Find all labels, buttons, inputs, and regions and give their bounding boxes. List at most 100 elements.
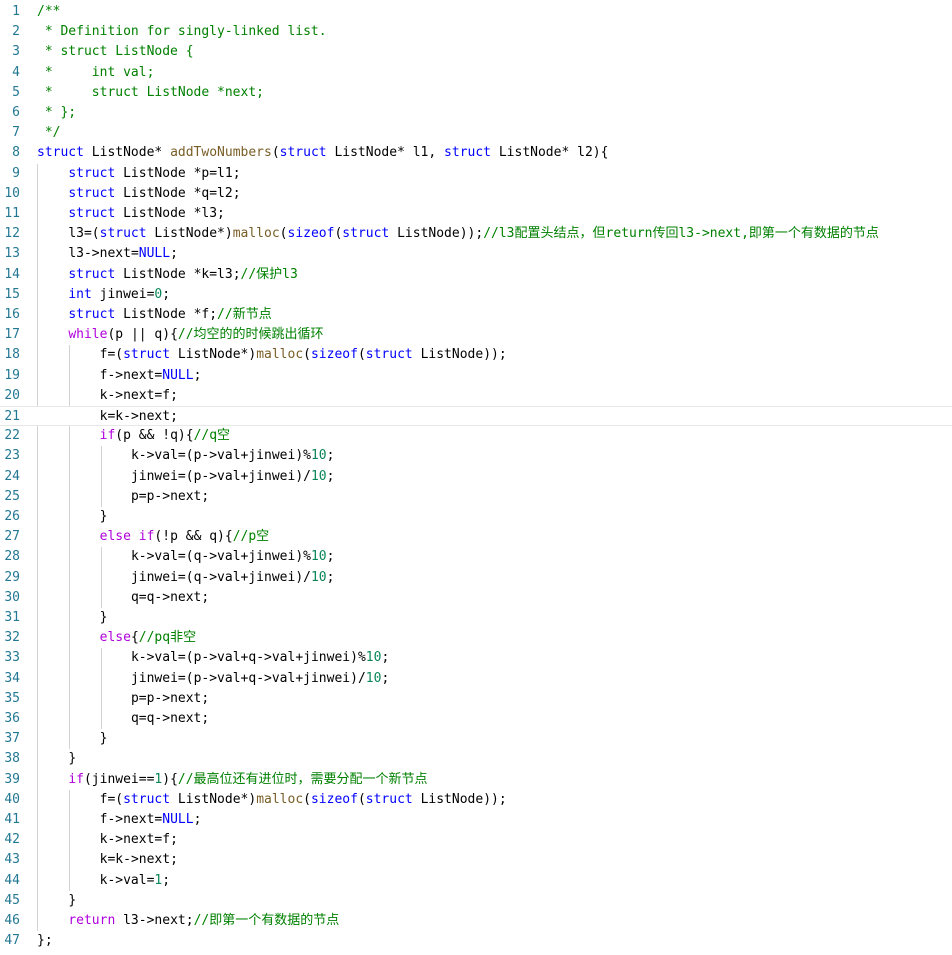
code-line[interactable]: 4 * int val; [0,63,952,83]
code-token: > [264,650,272,666]
code-line[interactable]: 44 k->val=1; [0,871,952,891]
code-token: val [154,549,178,565]
code-line[interactable]: 43 k=k->next; [0,850,952,870]
code-token: | [138,327,147,343]
code-line[interactable]: 9 struct ListNode *p=l1; [0,164,952,184]
code-line[interactable]: 21 k=k->next; [0,406,952,426]
code-token: l2 [577,145,593,161]
code-token: > [209,670,218,686]
code-line[interactable]: 23 k->val=(p->val+jinwei)%10; [0,446,952,466]
code-line[interactable]: 16 struct ListNode *f;//新节点 [0,305,952,325]
code-line[interactable]: 34 jinwei=(p->val+q->val+jinwei)/10; [0,669,952,689]
code-token: % [303,549,311,565]
code-token: = [177,549,186,565]
code-token: val [271,650,296,666]
code-line[interactable]: 27 else if(!p && q){//p空 [0,527,952,547]
code-token: { [185,428,194,444]
code-line[interactable]: 12 l3=(struct ListNode*)malloc(sizeof(st… [0,224,952,244]
code-token: struct [444,145,492,161]
code-line[interactable]: 22 if(p && !q){//q空 [0,426,952,446]
code-token: * struct ListNode *next; [37,84,264,100]
code-token: ; [381,650,390,666]
code-line[interactable]: 20 k->next=f; [0,386,952,406]
code-line[interactable]: 36 q=q->next; [0,709,952,729]
line-code: */ [37,123,61,143]
line-code: * struct ListNode *next; [37,83,264,103]
code-line[interactable]: 13 l3->next=NULL; [0,244,952,264]
code-line[interactable]: 31 } [0,608,952,628]
code-token: //q空 [193,428,231,444]
code-token: next [170,690,202,706]
code-token: p [123,428,131,444]
code-line[interactable]: 35 p=p->next; [0,689,952,709]
code-line[interactable]: 8 struct ListNode* addTwoNumbers(struct L… [0,143,952,163]
code-token: p [130,488,139,504]
code-line[interactable]: 11 struct ListNode *l3; [0,204,952,224]
code-line[interactable]: 3 * struct ListNode { [0,42,952,62]
code-line[interactable]: 18 f=(struct ListNode*)malloc(sizeof(str… [0,345,952,365]
code-token: > [130,852,139,868]
code-line[interactable]: 47}; [0,931,952,951]
code-line[interactable]: 40 f=(struct ListNode*)malloc(sizeof(str… [0,790,952,810]
code-line[interactable]: 14 struct ListNode *k=l3;//保护l3 [0,265,952,285]
code-line[interactable]: 1 /** [0,2,952,22]
code-line[interactable]: 19 f->next=NULL; [0,366,952,386]
code-line[interactable]: 25 p=p->next; [0,487,952,507]
line-code: q=q->next; [37,588,209,608]
code-line[interactable]: 38 } [0,749,952,769]
code-line[interactable]: 15 int jinwei=0; [0,285,952,305]
code-token: k [130,549,139,565]
code-token: f [162,832,171,848]
code-line[interactable]: 17 while(p || q){//均空的的时候跳出循环 [0,325,952,345]
code-line[interactable]: 2 * Definition for singly-linked list. [0,22,952,42]
code-line[interactable]: 46 return l3->next;//即第一个有数据的节点 [0,911,952,931]
code-line[interactable]: 5 * struct ListNode *next; [0,83,952,103]
code-line[interactable]: 45 } [0,891,952,911]
line-code: int jinwei=0; [37,285,170,305]
code-line[interactable]: 26 } [0,507,952,527]
code-line[interactable]: 41 f->next=NULL; [0,810,952,830]
line-code: k->val=1; [37,871,170,891]
code-line[interactable]: 42 k->next=f; [0,830,952,850]
code-line[interactable]: 37 } [0,729,952,749]
line-number: 28 [4,549,20,565]
line-number: 15 [4,286,20,302]
code-line[interactable]: 28 k->val=(q->val+jinwei)%10; [0,547,952,567]
code-token: ) [483,347,492,363]
code-line[interactable]: 29 jinwei=(q->val+jinwei)/10; [0,568,952,588]
code-token: q [248,650,257,666]
code-line[interactable]: 7 */ [0,123,952,143]
code-token: while [68,327,108,343]
code-line[interactable]: 6 * }; [0,103,952,123]
code-line[interactable]: 39 if(jinwei==1){//最高位还有进位时，需要分配一个新节点 [0,770,952,790]
code-token: > [115,387,124,403]
code-line[interactable]: 32 else{//pq非空 [0,628,952,648]
line-number: 9 [12,165,20,181]
line-number: 22 [4,428,20,444]
code-line[interactable]: 24 jinwei=(p->val+jinwei)/10; [0,467,952,487]
code-editor[interactable]: 1/** 2 * Definition for singly-linked lis… [0,0,952,955]
code-token: p [130,690,139,706]
code-line[interactable]: 30 q=q->next; [0,588,952,608]
line-number: 46 [4,913,20,928]
code-line[interactable]: 33 k->val=(p->val+q->val+jinwei)%10; [0,648,952,668]
code-token: 10 [310,549,327,565]
code-line[interactable]: 10 struct ListNode *q=l2; [0,184,952,204]
